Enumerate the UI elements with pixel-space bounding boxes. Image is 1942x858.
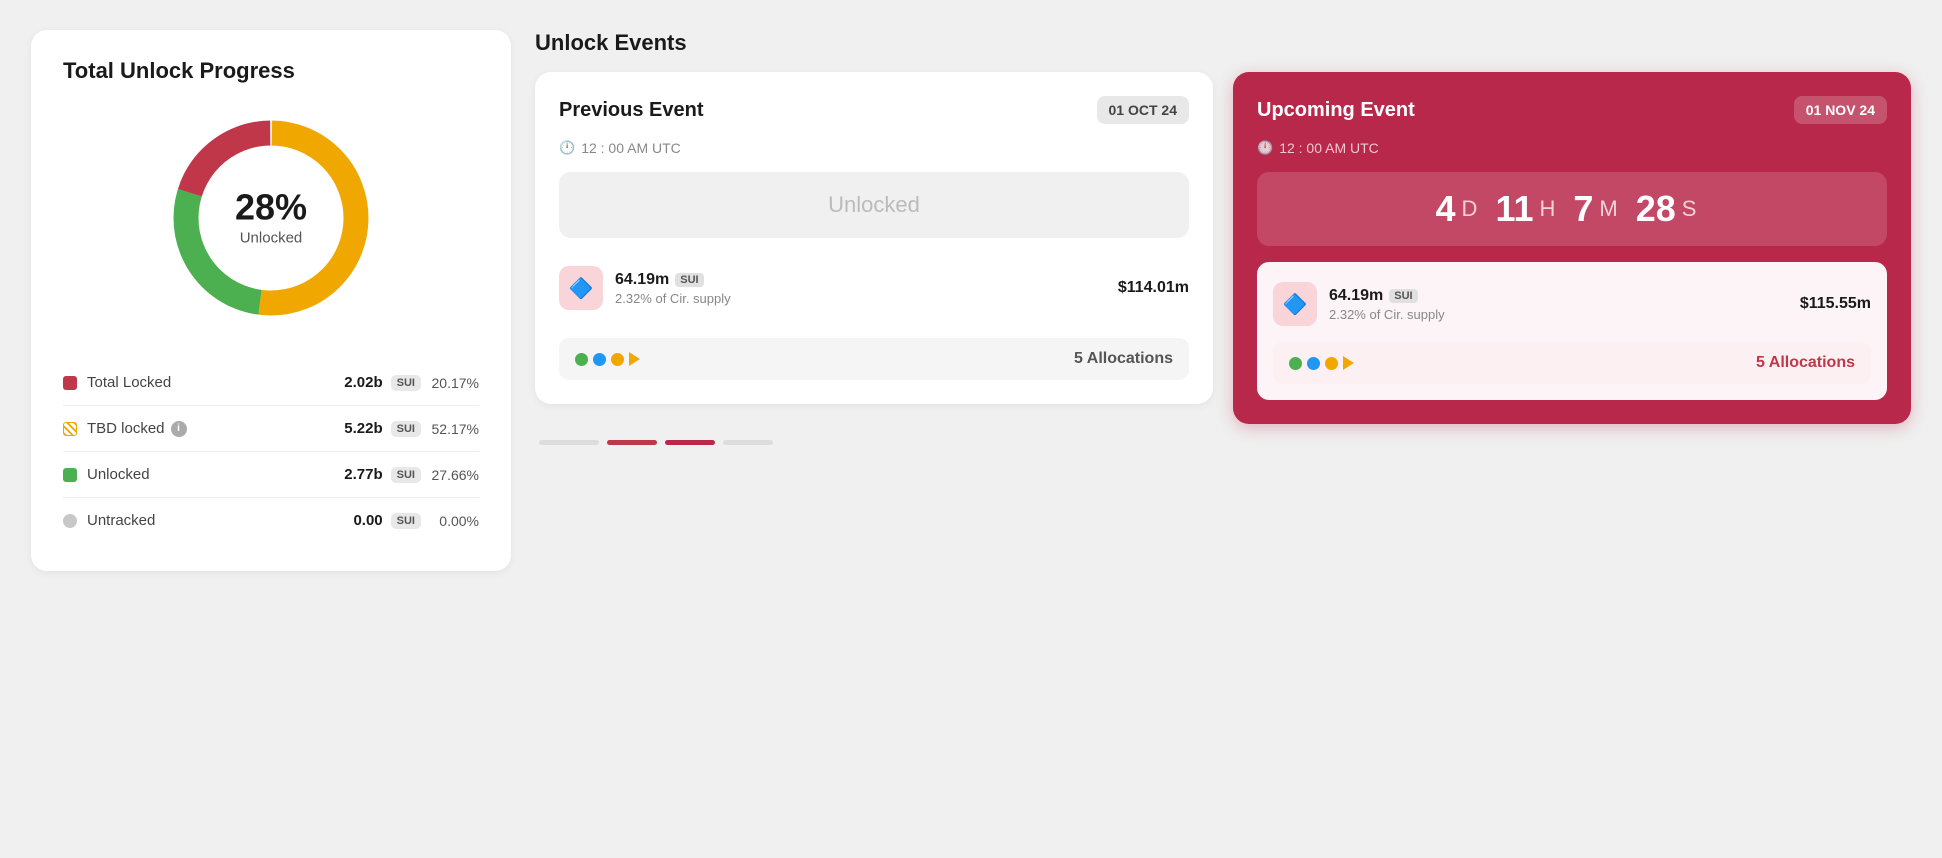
upcoming-event-title: Upcoming Event xyxy=(1257,99,1415,122)
prev-token-supply: 2.32% of Cir. supply xyxy=(615,291,1106,306)
upcoming-token-value: $115.55m xyxy=(1800,295,1871,313)
upcoming-alloc-arrow xyxy=(1343,356,1354,370)
unlocked-pct: 27.66% xyxy=(431,467,479,483)
locked-dot xyxy=(63,376,77,390)
unlocked-status: Unlocked xyxy=(559,172,1189,238)
upcoming-token-icon: 🔷 xyxy=(1273,282,1317,326)
legend-item-unlocked: Unlocked 2.77b SUI 27.66% xyxy=(63,452,479,498)
countdown-d-unit: D xyxy=(1462,196,1478,222)
upcoming-token-supply: 2.32% of Cir. supply xyxy=(1329,307,1788,322)
prev-allocations-row[interactable]: 5 Allocations xyxy=(559,338,1189,380)
scroll-track-3[interactable] xyxy=(665,440,715,445)
prev-token-icon: 🔷 xyxy=(559,266,603,310)
prev-event-time: 🕛 12 : 00 AM UTC xyxy=(559,140,1189,156)
upcoming-alloc-dot-3 xyxy=(1325,357,1338,370)
prev-token-amount: 64.19m SUI xyxy=(615,271,1106,289)
prev-token-value: $114.01m xyxy=(1118,279,1189,297)
donut-label: Unlocked xyxy=(235,230,307,247)
alloc-dot-3 xyxy=(611,353,624,366)
locked-name: Total Locked xyxy=(87,374,344,391)
countdown-seconds: 28 xyxy=(1636,188,1676,230)
legend-item-untracked: Untracked 0.00 SUI 0.00% xyxy=(63,498,479,543)
main-container: Total Unlock Progress xyxy=(31,30,1911,571)
alloc-dot-2 xyxy=(593,353,606,366)
untracked-pct: 0.00% xyxy=(431,513,479,529)
upcoming-alloc-dot-2 xyxy=(1307,357,1320,370)
upcoming-event-card: Upcoming Event 01 NOV 24 🕛 12 : 00 AM UT… xyxy=(1233,72,1911,424)
countdown-hours: 11 xyxy=(1495,188,1533,230)
upcoming-token-amount: 64.19m SUI xyxy=(1329,287,1788,305)
upcoming-alloc-dot-1 xyxy=(1289,357,1302,370)
countdown-minutes: 7 xyxy=(1573,188,1593,230)
tbd-name: TBD locked i xyxy=(87,420,344,437)
locked-pct: 20.17% xyxy=(431,375,479,391)
upcoming-alloc-label: 5 Allocations xyxy=(1366,354,1855,372)
unlocked-value: 2.77b xyxy=(344,466,382,483)
donut-percent: 28% xyxy=(235,190,307,226)
prev-event-title: Previous Event xyxy=(559,99,704,122)
countdown-days: 4 xyxy=(1436,188,1456,230)
prev-token-info: 64.19m SUI 2.32% of Cir. supply xyxy=(615,271,1106,306)
alloc-arrow xyxy=(629,352,640,366)
upcoming-clock-icon: 🕛 xyxy=(1257,140,1273,156)
locked-badge: SUI xyxy=(391,375,421,391)
prev-token-row: 🔷 64.19m SUI 2.32% of Cir. supply $114.0… xyxy=(559,254,1189,322)
unlocked-badge: SUI xyxy=(391,467,421,483)
upcoming-event-time: 🕛 12 : 00 AM UTC xyxy=(1257,140,1887,156)
upcoming-event-date: 01 NOV 24 xyxy=(1794,96,1887,124)
upcoming-event-header: Upcoming Event 01 NOV 24 xyxy=(1257,96,1887,124)
scroll-track-2[interactable] xyxy=(607,440,657,445)
prev-alloc-dots xyxy=(575,352,640,366)
upcoming-allocations-row[interactable]: 5 Allocations xyxy=(1273,342,1871,384)
upcoming-token-info: 64.19m SUI 2.32% of Cir. supply xyxy=(1329,287,1788,322)
untracked-value: 0.00 xyxy=(353,512,382,529)
prev-event-card: Previous Event 01 OCT 24 🕛 12 : 00 AM UT… xyxy=(535,72,1213,404)
tbd-pct: 52.17% xyxy=(431,421,479,437)
locked-value: 2.02b xyxy=(344,374,382,391)
scroll-row xyxy=(535,440,1911,445)
upcoming-sui-badge: SUI xyxy=(1389,289,1417,303)
unlocked-name: Unlocked xyxy=(87,466,344,483)
legend-item-locked: Total Locked 2.02b SUI 20.17% xyxy=(63,360,479,406)
unlocked-dot xyxy=(63,468,77,482)
content-row: Total Unlock Progress xyxy=(31,30,1911,571)
countdown-s-unit: S xyxy=(1682,196,1697,222)
legend-item-tbd: TBD locked i 5.22b SUI 52.17% xyxy=(63,406,479,452)
upcoming-inner-card: 🔷 64.19m SUI 2.32% of Cir. supply $115.5… xyxy=(1257,262,1887,400)
events-title: Unlock Events xyxy=(535,30,1911,56)
clock-icon: 🕛 xyxy=(559,140,575,156)
donut-center: 28% Unlocked xyxy=(235,190,307,247)
tbd-value: 5.22b xyxy=(344,420,382,437)
tbd-dot xyxy=(63,422,77,436)
events-section: Unlock Events Previous Event 01 OCT 24 🕛… xyxy=(535,30,1911,445)
alloc-dot-1 xyxy=(575,353,588,366)
scroll-track-1[interactable] xyxy=(539,440,599,445)
untracked-dot xyxy=(63,514,77,528)
untracked-badge: SUI xyxy=(391,513,421,529)
progress-card: Total Unlock Progress xyxy=(31,30,511,571)
tbd-info-icon[interactable]: i xyxy=(171,421,187,437)
scroll-track-4[interactable] xyxy=(723,440,773,445)
events-row: Previous Event 01 OCT 24 🕛 12 : 00 AM UT… xyxy=(535,72,1911,424)
untracked-name: Untracked xyxy=(87,512,353,529)
donut-wrapper: 28% Unlocked xyxy=(161,108,381,328)
countdown-m-unit: M xyxy=(1599,196,1617,222)
prev-alloc-label: 5 Allocations xyxy=(652,350,1173,368)
prev-event-header: Previous Event 01 OCT 24 xyxy=(559,96,1189,124)
countdown-bar: 4 D 11 H 7 M 28 S xyxy=(1257,172,1887,246)
upcoming-token-row: 🔷 64.19m SUI 2.32% of Cir. supply $115.5… xyxy=(1273,278,1871,330)
prev-sui-badge: SUI xyxy=(675,273,703,287)
tbd-badge: SUI xyxy=(391,421,421,437)
upcoming-alloc-dots xyxy=(1289,356,1354,370)
donut-container: 28% Unlocked xyxy=(63,108,479,328)
prev-event-date: 01 OCT 24 xyxy=(1097,96,1189,124)
progress-card-title: Total Unlock Progress xyxy=(63,58,479,84)
countdown-h-unit: H xyxy=(1540,196,1556,222)
legend: Total Locked 2.02b SUI 20.17% TBD locked… xyxy=(63,360,479,543)
